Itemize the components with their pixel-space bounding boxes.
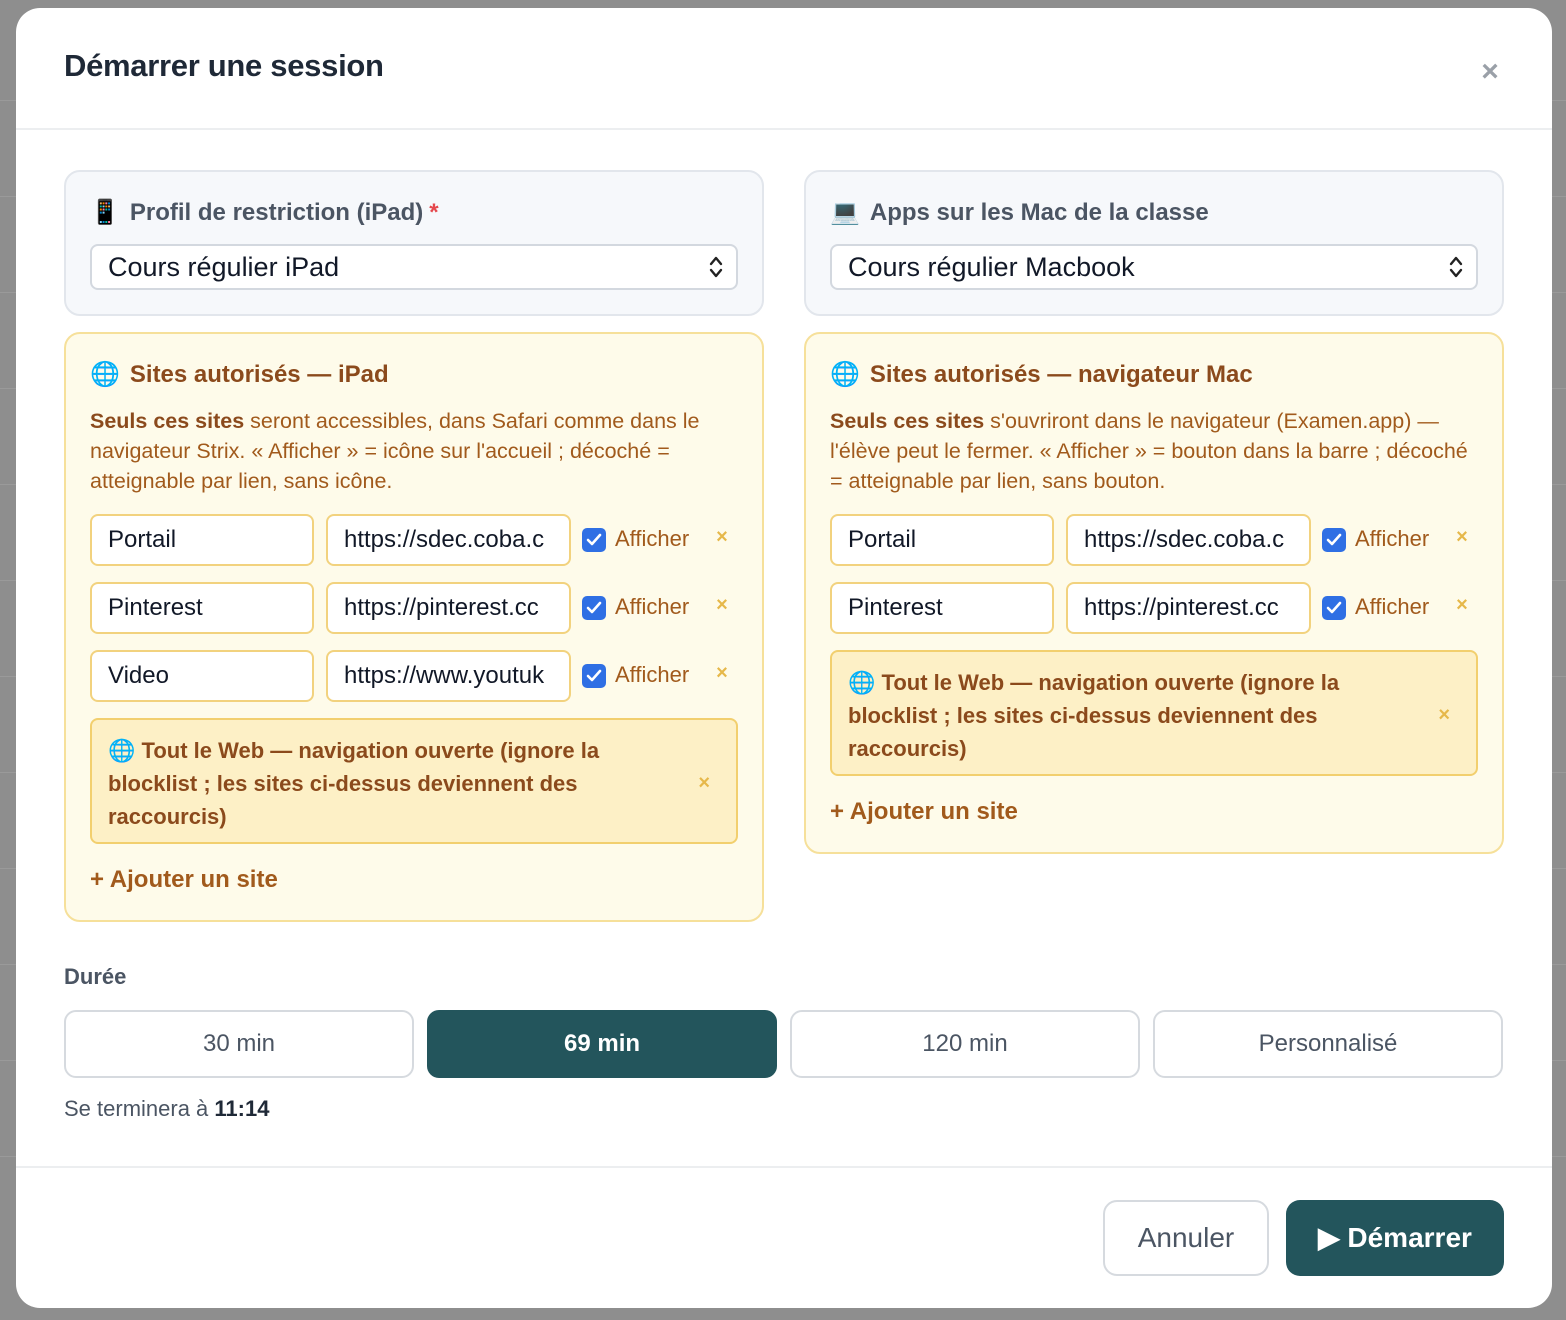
open-web-entry: 🌐 Tout le Web — navigation ouverte (igno…	[830, 650, 1478, 776]
ipad-profile-label: 📱 Profil de restriction (iPad) *	[90, 198, 439, 227]
show-checkbox[interactable]	[1322, 528, 1346, 552]
open-web-text: Tout le Web — navigation ouverte (ignore…	[108, 738, 600, 829]
show-label[interactable]: Afficher	[1355, 594, 1429, 620]
site-row: Portail https://sdec.coba.c Afficher ×	[90, 514, 740, 566]
remove-open-web-icon[interactable]: ×	[1438, 699, 1450, 732]
site-row: Video https://www.youtuk Afficher ×	[90, 650, 740, 702]
start-button[interactable]: ▶ Démarrer	[1286, 1200, 1504, 1276]
mac-sites-card: 🌐 Sites autorisés — navigateur Mac Seuls…	[804, 332, 1504, 854]
required-mark: *	[429, 198, 439, 226]
mac-sites-title-text: Sites autorisés — navigateur Mac	[869, 360, 1253, 388]
site-row: Portail https://sdec.coba.c Afficher ×	[830, 514, 1480, 566]
remove-site-icon[interactable]: ×	[712, 662, 732, 686]
site-name-input[interactable]: Portail	[830, 514, 1054, 566]
ipad-profile-card: 📱 Profil de restriction (iPad) * Cours r…	[64, 170, 764, 316]
desc-bold: Seuls ces sites	[90, 409, 245, 433]
duration-custom-button[interactable]: Personnalisé	[1153, 1010, 1503, 1078]
mac-sites-title: 🌐 Sites autorisés — navigateur Mac	[830, 360, 1253, 389]
add-site-button[interactable]: + Ajouter un site	[90, 866, 278, 894]
mac-apps-label: 💻 Apps sur les Mac de la classe	[830, 198, 1209, 227]
mac-sites-description: Seuls ces sites s'ouvriront dans le navi…	[830, 406, 1480, 496]
remove-open-web-icon[interactable]: ×	[698, 767, 710, 800]
end-time-value: 11:14	[214, 1096, 270, 1121]
duration-120-button[interactable]: 120 min	[790, 1010, 1140, 1078]
mac-apps-label-text: Apps sur les Mac de la classe	[869, 198, 1209, 226]
mac-apps-card: 💻 Apps sur les Mac de la classe Cours ré…	[804, 170, 1504, 316]
remove-site-icon[interactable]: ×	[712, 526, 732, 550]
select-chevron-icon	[709, 256, 723, 278]
start-session-modal: Démarrer une session × 📱 Profil de restr…	[16, 8, 1552, 1308]
duration-69-button[interactable]: 69 min	[427, 1010, 777, 1078]
site-name-input[interactable]: Pinterest	[830, 582, 1054, 634]
ipad-sites-title: 🌐 Sites autorisés — iPad	[90, 360, 389, 389]
site-url-input[interactable]: https://sdec.coba.c	[1066, 514, 1311, 566]
ipad-sites-description: Seuls ces sites seront accessibles, dans…	[90, 406, 740, 496]
duration-30-button[interactable]: 30 min	[64, 1010, 414, 1078]
add-site-button[interactable]: + Ajouter un site	[830, 798, 1018, 826]
show-checkbox[interactable]	[582, 528, 606, 552]
open-web-text: Tout le Web — navigation ouverte (ignore…	[848, 670, 1340, 761]
site-url-input[interactable]: https://www.youtuk	[326, 650, 571, 702]
show-label[interactable]: Afficher	[615, 526, 689, 552]
globe-icon: 🌐	[830, 361, 860, 388]
ipad-sites-title-text: Sites autorisés — iPad	[129, 360, 389, 388]
site-url-input[interactable]: https://sdec.coba.c	[326, 514, 571, 566]
site-row: Pinterest https://pinterest.cc Afficher …	[90, 582, 740, 634]
end-time-prefix: Se terminera à	[64, 1096, 215, 1121]
site-url-input[interactable]: https://pinterest.cc	[1066, 582, 1311, 634]
phone-icon: 📱	[90, 199, 120, 226]
modal-header: Démarrer une session ×	[16, 8, 1552, 130]
site-name-input[interactable]: Pinterest	[90, 582, 314, 634]
mac-apps-selected: Cours régulier Macbook	[848, 252, 1135, 282]
end-time-text: Se terminera à 11:14	[64, 1096, 269, 1122]
open-web-entry: 🌐 Tout le Web — navigation ouverte (igno…	[90, 718, 738, 844]
show-label[interactable]: Afficher	[615, 594, 689, 620]
remove-site-icon[interactable]: ×	[712, 594, 732, 618]
show-checkbox[interactable]	[582, 596, 606, 620]
select-chevron-icon	[1449, 256, 1463, 278]
site-name-input[interactable]: Video	[90, 650, 314, 702]
desc-bold: Seuls ces sites	[830, 409, 985, 433]
remove-site-icon[interactable]: ×	[1452, 594, 1472, 618]
show-checkbox[interactable]	[1322, 596, 1346, 620]
ipad-sites-card: 🌐 Sites autorisés — iPad Seuls ces sites…	[64, 332, 764, 922]
remove-site-icon[interactable]: ×	[1452, 526, 1472, 550]
ipad-profile-selected: Cours régulier iPad	[108, 252, 340, 282]
globe-icon: 🌐	[848, 670, 876, 695]
mac-apps-select[interactable]: Cours régulier Macbook	[830, 244, 1478, 290]
duration-label: Durée	[64, 964, 127, 989]
site-name-input[interactable]: Portail	[90, 514, 314, 566]
footer-divider	[16, 1166, 1552, 1168]
close-icon[interactable]: ×	[1476, 57, 1504, 87]
ipad-profile-label-text: Profil de restriction (iPad)	[129, 198, 424, 226]
modal-title: Démarrer une session	[64, 48, 384, 83]
show-checkbox[interactable]	[582, 664, 606, 688]
laptop-icon: 💻	[830, 199, 860, 226]
globe-icon: 🌐	[90, 361, 120, 388]
ipad-profile-select[interactable]: Cours régulier iPad	[90, 244, 738, 290]
site-row: Pinterest https://pinterest.cc Afficher …	[830, 582, 1480, 634]
globe-icon: 🌐	[108, 738, 136, 763]
show-label[interactable]: Afficher	[1355, 526, 1429, 552]
cancel-button[interactable]: Annuler	[1103, 1200, 1269, 1276]
site-url-input[interactable]: https://pinterest.cc	[326, 582, 571, 634]
show-label[interactable]: Afficher	[615, 662, 689, 688]
